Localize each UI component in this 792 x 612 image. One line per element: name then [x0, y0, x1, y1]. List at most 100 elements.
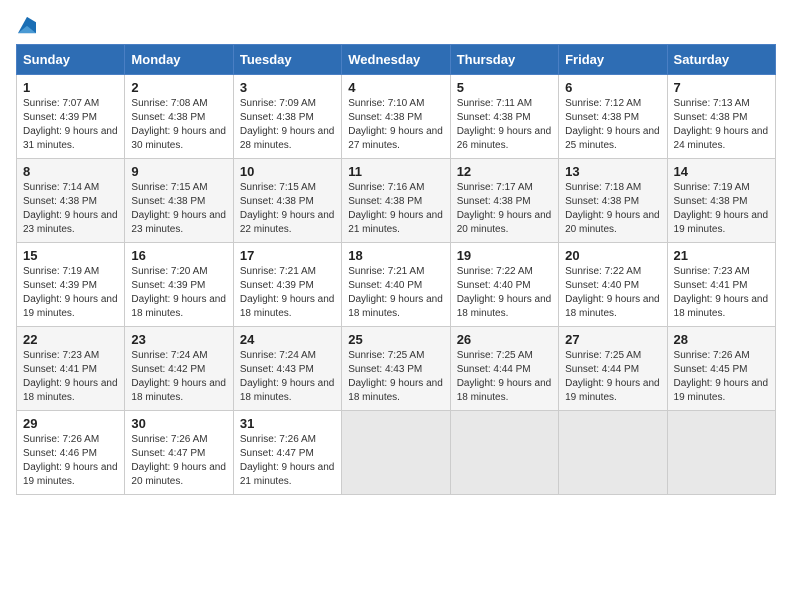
calendar-cell: 20 Sunrise: 7:22 AMSunset: 4:40 PMDaylig…: [559, 243, 667, 327]
logo-icon: [18, 16, 36, 34]
day-number: 8: [23, 164, 118, 179]
day-number: 26: [457, 332, 552, 347]
day-number: 14: [674, 164, 769, 179]
day-number: 9: [131, 164, 226, 179]
day-number: 3: [240, 80, 335, 95]
calendar-cell: 23 Sunrise: 7:24 AMSunset: 4:42 PMDaylig…: [125, 327, 233, 411]
calendar-cell: 2 Sunrise: 7:08 AMSunset: 4:38 PMDayligh…: [125, 75, 233, 159]
calendar-cell: 13 Sunrise: 7:18 AMSunset: 4:38 PMDaylig…: [559, 159, 667, 243]
day-number: 13: [565, 164, 660, 179]
day-info: Sunrise: 7:16 AMSunset: 4:38 PMDaylight:…: [348, 182, 443, 235]
day-number: 5: [457, 80, 552, 95]
calendar-cell: 10 Sunrise: 7:15 AMSunset: 4:38 PMDaylig…: [233, 159, 341, 243]
day-number: 24: [240, 332, 335, 347]
calendar-cell: 27 Sunrise: 7:25 AMSunset: 4:44 PMDaylig…: [559, 327, 667, 411]
calendar-cell: 26 Sunrise: 7:25 AMSunset: 4:44 PMDaylig…: [450, 327, 558, 411]
calendar-cell: 31 Sunrise: 7:26 AMSunset: 4:47 PMDaylig…: [233, 411, 341, 495]
calendar-cell: [559, 411, 667, 495]
calendar-cell: 5 Sunrise: 7:11 AMSunset: 4:38 PMDayligh…: [450, 75, 558, 159]
calendar-cell: 25 Sunrise: 7:25 AMSunset: 4:43 PMDaylig…: [342, 327, 450, 411]
day-info: Sunrise: 7:26 AMSunset: 4:46 PMDaylight:…: [23, 434, 118, 487]
calendar-cell: 22 Sunrise: 7:23 AMSunset: 4:41 PMDaylig…: [17, 327, 125, 411]
calendar-week-row: 22 Sunrise: 7:23 AMSunset: 4:41 PMDaylig…: [17, 327, 776, 411]
day-number: 12: [457, 164, 552, 179]
calendar-day-header: Friday: [559, 45, 667, 75]
calendar-cell: [342, 411, 450, 495]
calendar-cell: [450, 411, 558, 495]
calendar-cell: 9 Sunrise: 7:15 AMSunset: 4:38 PMDayligh…: [125, 159, 233, 243]
day-number: 10: [240, 164, 335, 179]
day-number: 27: [565, 332, 660, 347]
day-info: Sunrise: 7:10 AMSunset: 4:38 PMDaylight:…: [348, 98, 443, 151]
calendar-body: 1 Sunrise: 7:07 AMSunset: 4:39 PMDayligh…: [17, 75, 776, 495]
calendar-day-header: Tuesday: [233, 45, 341, 75]
calendar-cell: 30 Sunrise: 7:26 AMSunset: 4:47 PMDaylig…: [125, 411, 233, 495]
day-info: Sunrise: 7:20 AMSunset: 4:39 PMDaylight:…: [131, 266, 226, 319]
day-info: Sunrise: 7:09 AMSunset: 4:38 PMDaylight:…: [240, 98, 335, 151]
calendar-day-header: Wednesday: [342, 45, 450, 75]
calendar-day-header: Monday: [125, 45, 233, 75]
day-info: Sunrise: 7:12 AMSunset: 4:38 PMDaylight:…: [565, 98, 660, 151]
day-info: Sunrise: 7:25 AMSunset: 4:44 PMDaylight:…: [457, 350, 552, 403]
calendar-header: SundayMondayTuesdayWednesdayThursdayFrid…: [17, 45, 776, 75]
day-number: 11: [348, 164, 443, 179]
calendar-cell: 28 Sunrise: 7:26 AMSunset: 4:45 PMDaylig…: [667, 327, 775, 411]
calendar-week-row: 29 Sunrise: 7:26 AMSunset: 4:46 PMDaylig…: [17, 411, 776, 495]
day-info: Sunrise: 7:17 AMSunset: 4:38 PMDaylight:…: [457, 182, 552, 235]
calendar-cell: 4 Sunrise: 7:10 AMSunset: 4:38 PMDayligh…: [342, 75, 450, 159]
day-info: Sunrise: 7:11 AMSunset: 4:38 PMDaylight:…: [457, 98, 552, 151]
day-number: 31: [240, 416, 335, 431]
day-info: Sunrise: 7:25 AMSunset: 4:44 PMDaylight:…: [565, 350, 660, 403]
day-number: 23: [131, 332, 226, 347]
day-number: 16: [131, 248, 226, 263]
day-number: 28: [674, 332, 769, 347]
calendar-cell: 15 Sunrise: 7:19 AMSunset: 4:39 PMDaylig…: [17, 243, 125, 327]
day-number: 19: [457, 248, 552, 263]
calendar-week-row: 8 Sunrise: 7:14 AMSunset: 4:38 PMDayligh…: [17, 159, 776, 243]
calendar-cell: 1 Sunrise: 7:07 AMSunset: 4:39 PMDayligh…: [17, 75, 125, 159]
calendar-day-header: Thursday: [450, 45, 558, 75]
calendar-cell: 17 Sunrise: 7:21 AMSunset: 4:39 PMDaylig…: [233, 243, 341, 327]
day-info: Sunrise: 7:13 AMSunset: 4:38 PMDaylight:…: [674, 98, 769, 151]
day-number: 22: [23, 332, 118, 347]
day-number: 18: [348, 248, 443, 263]
day-number: 6: [565, 80, 660, 95]
calendar-cell: 6 Sunrise: 7:12 AMSunset: 4:38 PMDayligh…: [559, 75, 667, 159]
day-info: Sunrise: 7:22 AMSunset: 4:40 PMDaylight:…: [457, 266, 552, 319]
calendar-cell: 24 Sunrise: 7:24 AMSunset: 4:43 PMDaylig…: [233, 327, 341, 411]
calendar-header-row: SundayMondayTuesdayWednesdayThursdayFrid…: [17, 45, 776, 75]
day-info: Sunrise: 7:22 AMSunset: 4:40 PMDaylight:…: [565, 266, 660, 319]
day-number: 7: [674, 80, 769, 95]
calendar-cell: 8 Sunrise: 7:14 AMSunset: 4:38 PMDayligh…: [17, 159, 125, 243]
day-info: Sunrise: 7:24 AMSunset: 4:43 PMDaylight:…: [240, 350, 335, 403]
calendar-day-header: Saturday: [667, 45, 775, 75]
day-info: Sunrise: 7:18 AMSunset: 4:38 PMDaylight:…: [565, 182, 660, 235]
day-number: 2: [131, 80, 226, 95]
day-info: Sunrise: 7:08 AMSunset: 4:38 PMDaylight:…: [131, 98, 226, 151]
day-info: Sunrise: 7:21 AMSunset: 4:39 PMDaylight:…: [240, 266, 335, 319]
day-number: 30: [131, 416, 226, 431]
calendar-cell: 29 Sunrise: 7:26 AMSunset: 4:46 PMDaylig…: [17, 411, 125, 495]
day-info: Sunrise: 7:24 AMSunset: 4:42 PMDaylight:…: [131, 350, 226, 403]
day-info: Sunrise: 7:23 AMSunset: 4:41 PMDaylight:…: [23, 350, 118, 403]
day-number: 1: [23, 80, 118, 95]
calendar-cell: 7 Sunrise: 7:13 AMSunset: 4:38 PMDayligh…: [667, 75, 775, 159]
day-info: Sunrise: 7:26 AMSunset: 4:47 PMDaylight:…: [240, 434, 335, 487]
calendar-week-row: 15 Sunrise: 7:19 AMSunset: 4:39 PMDaylig…: [17, 243, 776, 327]
day-info: Sunrise: 7:25 AMSunset: 4:43 PMDaylight:…: [348, 350, 443, 403]
calendar-table: SundayMondayTuesdayWednesdayThursdayFrid…: [16, 44, 776, 495]
day-info: Sunrise: 7:15 AMSunset: 4:38 PMDaylight:…: [240, 182, 335, 235]
calendar-cell: 3 Sunrise: 7:09 AMSunset: 4:38 PMDayligh…: [233, 75, 341, 159]
day-number: 21: [674, 248, 769, 263]
calendar-cell: 12 Sunrise: 7:17 AMSunset: 4:38 PMDaylig…: [450, 159, 558, 243]
day-info: Sunrise: 7:26 AMSunset: 4:45 PMDaylight:…: [674, 350, 769, 403]
day-info: Sunrise: 7:15 AMSunset: 4:38 PMDaylight:…: [131, 182, 226, 235]
calendar-cell: 21 Sunrise: 7:23 AMSunset: 4:41 PMDaylig…: [667, 243, 775, 327]
calendar-cell: 14 Sunrise: 7:19 AMSunset: 4:38 PMDaylig…: [667, 159, 775, 243]
day-info: Sunrise: 7:14 AMSunset: 4:38 PMDaylight:…: [23, 182, 118, 235]
calendar-cell: 18 Sunrise: 7:21 AMSunset: 4:40 PMDaylig…: [342, 243, 450, 327]
day-info: Sunrise: 7:23 AMSunset: 4:41 PMDaylight:…: [674, 266, 769, 319]
calendar-cell: 11 Sunrise: 7:16 AMSunset: 4:38 PMDaylig…: [342, 159, 450, 243]
logo: [16, 16, 36, 34]
day-number: 20: [565, 248, 660, 263]
